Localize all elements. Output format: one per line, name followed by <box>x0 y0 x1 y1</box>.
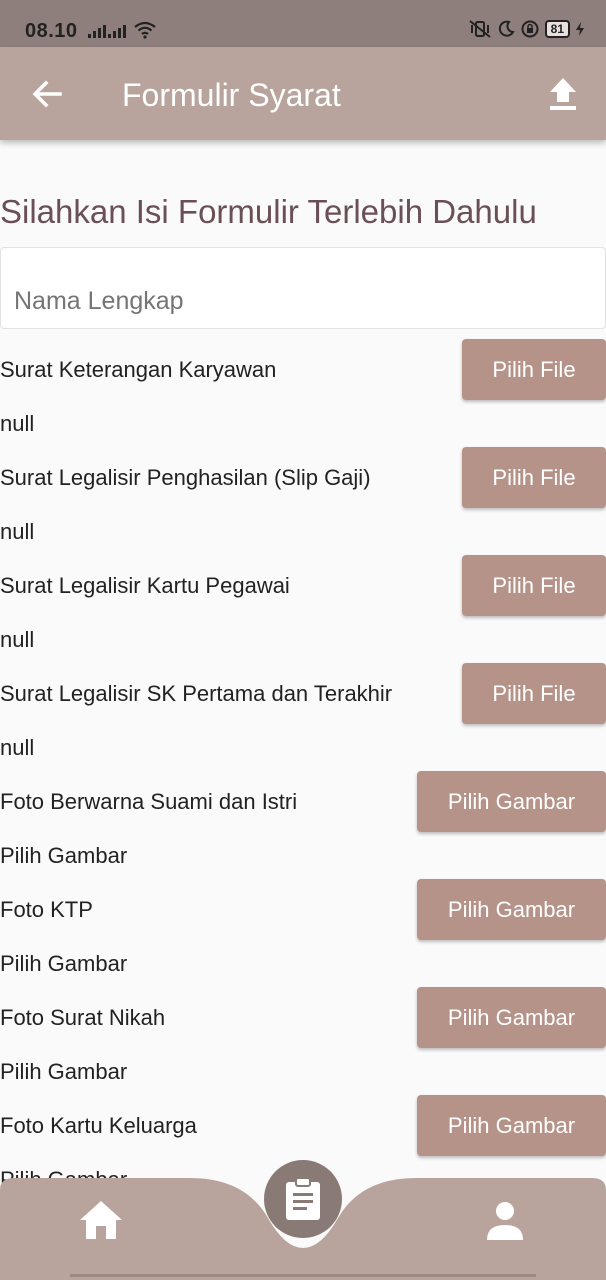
pick-file-button[interactable]: Pilih File <box>462 555 606 616</box>
status-time: 08.10 <box>25 20 78 42</box>
home-icon[interactable] <box>78 1198 124 1242</box>
gesture-bar <box>70 1274 536 1277</box>
name-input[interactable] <box>0 247 606 329</box>
pick-image-button[interactable]: Pilih Gambar <box>417 1095 606 1156</box>
moon-icon <box>498 20 515 37</box>
row-label-foto-surat-nikah: Foto Surat Nikah <box>0 1005 166 1030</box>
charging-icon <box>576 22 584 36</box>
row-label-foto-ktp: Foto KTP <box>0 897 93 922</box>
row-status: Pilih Gambar <box>0 843 128 868</box>
row-label-surat-keterangan-karyawan: Surat Keterangan Karyawan <box>0 357 277 382</box>
row-label-sk-pertama-terakhir: Surat Legalisir SK Pertama dan Terakhir <box>0 681 393 706</box>
upload-icon[interactable] <box>544 74 582 114</box>
app-bar: Formulir Syarat <box>0 47 606 140</box>
pick-file-button[interactable]: Pilih File <box>462 339 606 400</box>
row-status: Pilih Gambar <box>0 951 128 976</box>
battery-indicator: 81 <box>544 20 570 38</box>
pick-image-button[interactable]: Pilih Gambar <box>417 987 606 1048</box>
arrow-left-icon[interactable] <box>28 75 66 113</box>
pick-image-button[interactable]: Pilih Gambar <box>417 879 606 940</box>
row-status: null <box>0 519 35 544</box>
clipboard-icon <box>286 1177 320 1220</box>
rotation-lock-icon <box>521 20 539 38</box>
status-bar: 08.10 81 <box>0 0 606 47</box>
signal-icon <box>88 22 106 38</box>
row-label-foto-suami-istri: Foto Berwarna Suami dan Istri <box>0 789 298 814</box>
row-status: Pilih Gambar <box>0 1059 128 1084</box>
row-status: null <box>0 735 35 760</box>
vibrate-icon <box>469 20 491 38</box>
bottom-nav <box>0 1160 606 1280</box>
clipboard-button[interactable] <box>264 1160 342 1238</box>
wifi-icon <box>134 21 156 39</box>
person-icon[interactable] <box>484 1200 526 1242</box>
page-title: Formulir Syarat <box>122 77 341 113</box>
pick-file-button[interactable]: Pilih File <box>462 663 606 724</box>
pick-file-button[interactable]: Pilih File <box>462 447 606 508</box>
row-status: null <box>0 627 35 652</box>
form-heading: Silahkan Isi Formulir Terlebih Dahulu <box>0 193 537 230</box>
row-status: null <box>0 411 35 436</box>
signal-icon-2 <box>108 22 126 38</box>
row-label-slip-gaji: Surat Legalisir Penghasilan (Slip Gaji) <box>0 465 371 490</box>
pick-image-button[interactable]: Pilih Gambar <box>417 771 606 832</box>
status-icons: 81 <box>469 20 584 38</box>
row-label-kartu-pegawai: Surat Legalisir Kartu Pegawai <box>0 573 290 598</box>
row-label-foto-kartu-keluarga: Foto Kartu Keluarga <box>0 1113 197 1138</box>
